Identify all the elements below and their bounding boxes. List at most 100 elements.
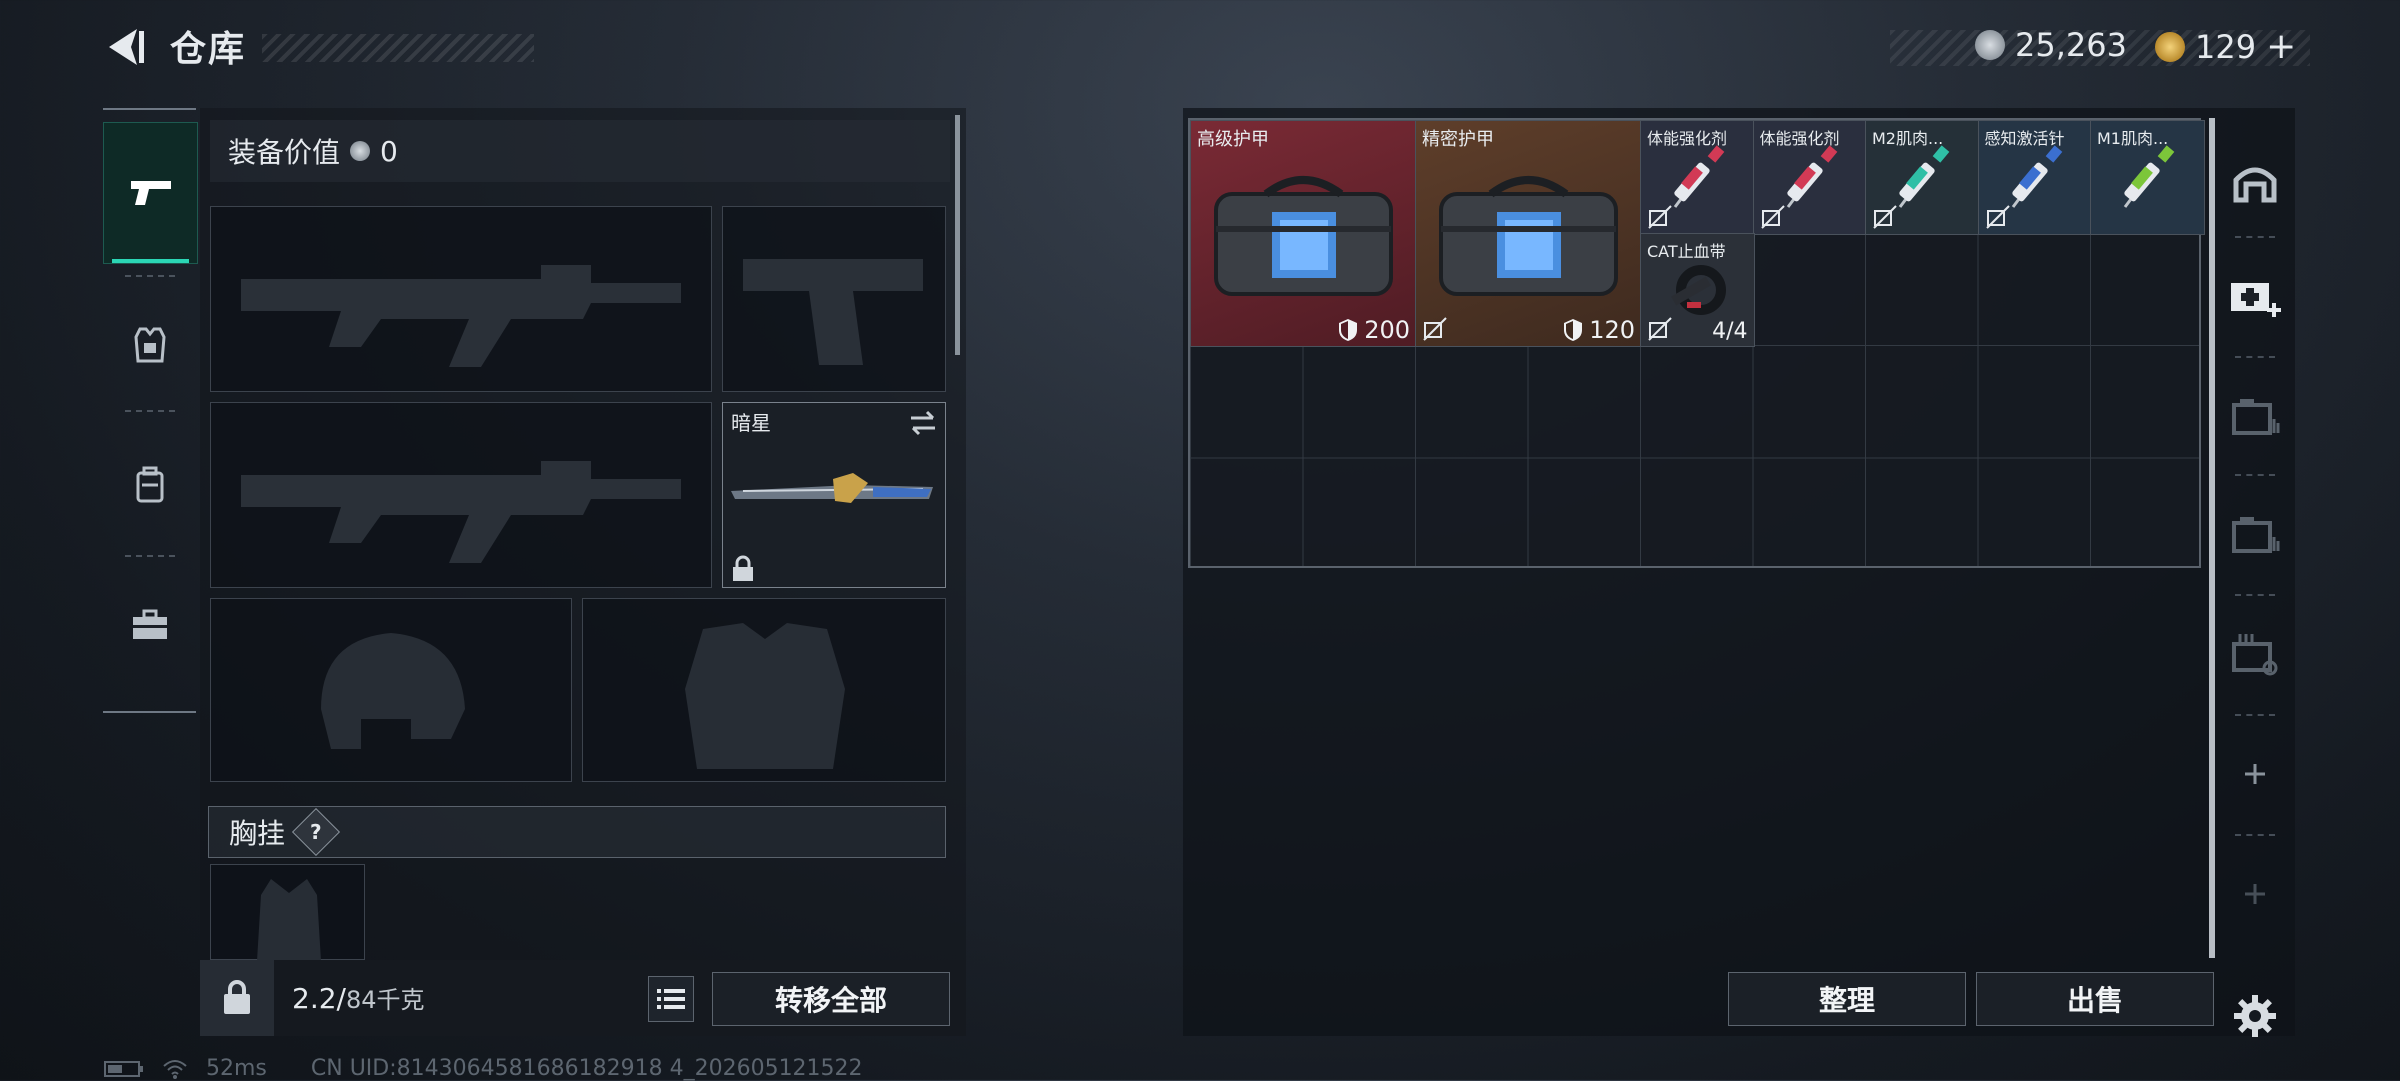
help-button[interactable]: ? xyxy=(291,807,341,857)
vest-silhouette-icon xyxy=(685,623,845,769)
nav-armor[interactable] xyxy=(103,300,196,390)
silver-coin-icon xyxy=(350,141,371,161)
durability: 200 xyxy=(1338,316,1410,344)
helmet-silhouette-icon xyxy=(321,633,465,749)
ping: 52ms xyxy=(206,1056,267,1081)
shield-icon xyxy=(1564,319,1583,341)
stash-tab-main[interactable] xyxy=(2220,143,2290,223)
chest-rig-header: 胸挂 ? xyxy=(208,806,946,858)
lock-icon xyxy=(733,555,753,581)
helmet-slot[interactable] xyxy=(210,598,572,782)
vest-icon xyxy=(133,327,166,363)
stash-item-stamina-booster-1[interactable]: 体能强化剂 xyxy=(1640,120,1755,235)
silver-currency: 25,263 xyxy=(1975,26,2127,64)
no-trade-icon xyxy=(1760,204,1785,229)
storage-box-icon xyxy=(2232,399,2280,435)
stash-tab-expand-1[interactable] xyxy=(2220,376,2290,456)
body-armor-slot[interactable] xyxy=(582,598,946,782)
armor-bag-icon xyxy=(1439,176,1618,296)
stash-scrollbar[interactable] xyxy=(2209,118,2215,958)
item-count: 4/4 xyxy=(1712,319,1748,344)
no-trade-icon xyxy=(1423,317,1447,341)
rifle-silhouette-icon xyxy=(241,265,681,367)
stash-item-advanced-armor[interactable]: 高级护甲 200 xyxy=(1190,120,1417,347)
equipment-value-label: 装备价值 xyxy=(228,136,341,169)
sort-button[interactable]: 整理 xyxy=(1728,972,1966,1026)
gold-currency[interactable]: 129 + xyxy=(2155,26,2296,67)
gold-coin-icon xyxy=(2155,31,2185,62)
stash-tab-add-1[interactable] xyxy=(2220,734,2290,814)
carry-weight: 2.2/84千克 xyxy=(292,980,425,1015)
chest-rig-slot[interactable] xyxy=(210,864,365,961)
melee-slot[interactable]: 暗星 xyxy=(722,402,946,588)
shield-icon xyxy=(1339,319,1358,341)
transfer-all-button[interactable]: 转移全部 xyxy=(712,972,950,1026)
syringe-icon xyxy=(2011,145,2062,208)
armor-bag-icon xyxy=(1214,176,1393,296)
page-title: 仓库 xyxy=(170,29,247,70)
secondary-weapon-slot[interactable] xyxy=(722,206,946,392)
settings-button[interactable] xyxy=(2220,976,2290,1056)
syringe-icon xyxy=(1786,145,1837,208)
stash-tabs xyxy=(2220,108,2290,1038)
silver-coin-icon xyxy=(1975,30,2005,60)
durability: 120 xyxy=(1563,316,1635,344)
syringe-icon xyxy=(2123,145,2175,208)
gold-amount: 129 xyxy=(2195,27,2257,66)
backpack-icon xyxy=(136,466,163,503)
pistol-icon xyxy=(130,181,171,205)
stash-tab-expand-3[interactable] xyxy=(2220,614,2290,694)
item-name: 高级护甲 xyxy=(1197,129,1269,150)
stash-item-precision-armor[interactable]: 精密护甲 120 xyxy=(1415,120,1642,347)
item-name: 精密护甲 xyxy=(1422,129,1494,150)
no-trade-icon xyxy=(1648,317,1672,341)
wifi-icon xyxy=(163,1059,187,1079)
stash-grid: 高级护甲 200 精密护甲 120 体能强化剂 体能强化剂 M2肌肉... 感知… xyxy=(1188,118,2205,568)
storage-box-icon xyxy=(2232,634,2278,676)
nav-case[interactable] xyxy=(103,580,196,670)
list-icon xyxy=(657,989,685,1009)
syringe-icon xyxy=(1898,145,1950,208)
weight-current: 2.2/ xyxy=(292,982,346,1015)
nav-weapons[interactable] xyxy=(103,122,198,264)
knife-icon xyxy=(731,473,933,503)
list-view-button[interactable] xyxy=(648,976,694,1022)
stash-tab-medical[interactable] xyxy=(2220,256,2290,336)
left-category-nav xyxy=(103,108,198,713)
no-trade-icon xyxy=(1985,204,2010,229)
stash-item-perception-injector[interactable]: 感知激活针 xyxy=(1977,120,2092,235)
silver-amount: 25,263 xyxy=(2015,26,2127,64)
add-gold-button[interactable]: + xyxy=(2266,26,2296,67)
primary-weapon-slot-1[interactable] xyxy=(210,206,712,392)
durability-value: 200 xyxy=(1364,316,1410,344)
briefcase-icon xyxy=(132,609,167,639)
chest-rig-silhouette-icon xyxy=(257,879,321,961)
nav-backpack[interactable] xyxy=(103,440,196,530)
primary-weapon-slot-2[interactable] xyxy=(210,402,712,588)
equipment-value-row: 装备价值 0 xyxy=(210,120,950,182)
title-decoration xyxy=(262,34,534,62)
stash-item-cat-tourniquet[interactable]: CAT止血带 4/4 xyxy=(1640,232,1755,347)
stash-item-stamina-booster-2[interactable]: 体能强化剂 xyxy=(1752,120,1867,235)
no-trade-icon xyxy=(1648,204,1672,229)
stash-item-m1-muscle[interactable]: M1肌肉... xyxy=(2090,120,2205,235)
stash-item-m2-muscle[interactable]: M2肌肉... xyxy=(1865,120,1980,235)
chest-rig-label: 胸挂 xyxy=(229,817,286,850)
medkit-add-icon xyxy=(2231,283,2281,317)
sell-button[interactable]: 出售 xyxy=(1976,972,2214,1026)
weight-lock-button[interactable] xyxy=(200,960,274,1036)
weight-lock-icon xyxy=(224,980,250,1014)
user-uid: CN UID:8143064581686182918 4_20260512152… xyxy=(310,1056,863,1081)
pistol-silhouette-icon xyxy=(743,259,923,365)
stash-tab-add-2[interactable] xyxy=(2220,854,2290,934)
back-arrow-icon xyxy=(109,29,144,65)
battery-icon xyxy=(104,1060,143,1077)
storage-box-icon xyxy=(2232,517,2280,553)
back-button[interactable] xyxy=(100,22,150,72)
vault-icon xyxy=(2233,167,2277,203)
plus-icon xyxy=(2245,764,2265,784)
no-trade-icon xyxy=(1873,204,1897,229)
stash-tab-expand-2[interactable] xyxy=(2220,494,2290,574)
equipment-scrollbar[interactable] xyxy=(955,115,960,355)
weight-max: 84千克 xyxy=(345,986,425,1014)
